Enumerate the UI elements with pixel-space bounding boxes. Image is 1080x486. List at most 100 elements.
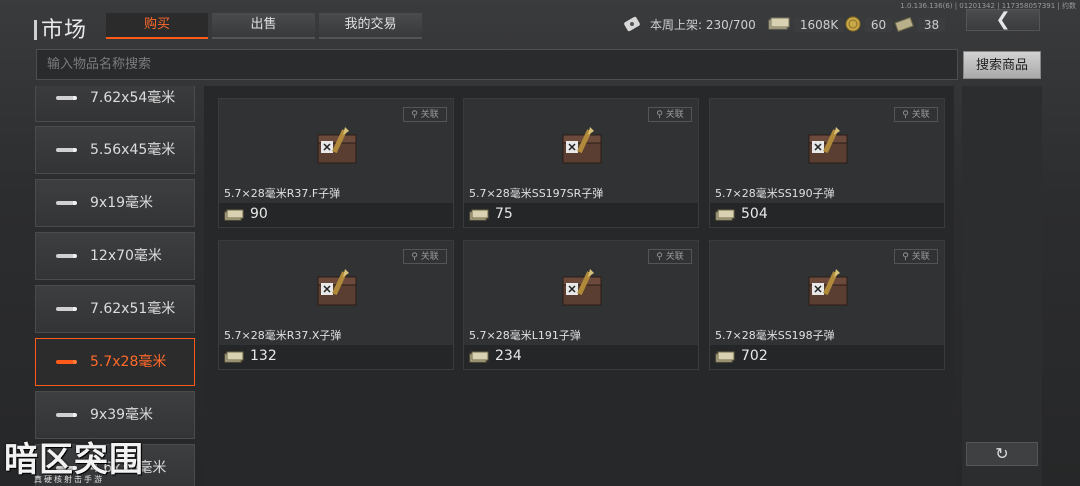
related-link-label: 关联 — [911, 110, 930, 120]
bullet-icon — [56, 360, 77, 364]
bills-value: 38 — [917, 18, 946, 32]
price-row: 234 — [464, 345, 698, 369]
sidebar-item-label: 7.62x54毫米 — [90, 90, 176, 106]
search-input[interactable] — [37, 50, 957, 79]
price-row: 132 — [219, 345, 453, 369]
related-link-button[interactable]: ⚲ 关联 — [403, 107, 447, 122]
weekly-label: 本周上架: — [650, 18, 703, 32]
game-logo: 暗区突围 真硬核射击手游 — [4, 432, 164, 486]
bills-balance: 38 — [894, 13, 946, 37]
item-price: 90 — [250, 206, 268, 222]
logo-subtitle: 真硬核射击手游 — [34, 475, 104, 484]
chevron-left-icon: ❮ — [995, 9, 1011, 30]
bullet-icon — [56, 307, 77, 311]
bullet-icon — [56, 96, 77, 100]
search-icon: ⚲ — [902, 110, 909, 120]
back-button[interactable]: ❮ — [966, 9, 1040, 31]
related-link-button[interactable]: ⚲ 关联 — [648, 107, 692, 122]
ammo-box-icon — [560, 125, 606, 165]
search-bar — [36, 49, 958, 80]
item-card[interactable]: ⚲ 关联 5.7×28毫米SS197SR子弹 75 — [463, 98, 699, 228]
sidebar-item-label: 9x19毫米 — [90, 195, 154, 211]
item-price: 702 — [741, 348, 768, 364]
related-link-button[interactable]: ⚲ 关联 — [894, 107, 938, 122]
cash-icon — [224, 351, 244, 363]
search-icon: ⚲ — [411, 110, 418, 120]
sidebar-item-label: 5.56x45毫米 — [90, 142, 176, 158]
ammo-box-icon — [315, 267, 361, 307]
bullet-icon — [56, 201, 77, 205]
item-card[interactable]: ⚲ 关联 5.7×28毫米R37.F子弹 90 — [218, 98, 454, 228]
search-icon: ⚲ — [656, 252, 663, 262]
cash-icon — [715, 209, 735, 221]
bullet-icon — [56, 148, 77, 152]
related-link-label: 关联 — [665, 110, 684, 120]
ammo-box-icon — [806, 125, 852, 165]
item-name: 5.7×28毫米SS190子弹 — [715, 187, 835, 200]
item-name: 5.7×28毫米SS198子弹 — [715, 329, 835, 342]
tab-my-trades[interactable]: 我的交易 — [319, 13, 422, 39]
bills-icon — [894, 16, 914, 33]
related-link-label: 关联 — [420, 110, 439, 120]
search-icon: ⚲ — [902, 252, 909, 262]
related-link-label: 关联 — [665, 252, 684, 262]
item-price: 234 — [495, 348, 522, 364]
item-name: 5.7×28毫米L191子弹 — [469, 329, 581, 342]
right-panel — [962, 86, 1042, 486]
cash-icon — [768, 17, 790, 30]
item-price: 132 — [250, 348, 277, 364]
sidebar-item-label: 5.7x28毫米 — [90, 354, 167, 370]
related-link-button[interactable]: ⚲ 关联 — [648, 249, 692, 264]
related-link-button[interactable]: ⚲ 关联 — [894, 249, 938, 264]
item-card[interactable]: ⚲ 关联 5.7×28毫米SS190子弹 504 — [709, 98, 945, 228]
sidebar-item-9x19[interactable]: 9x19毫米 — [35, 179, 195, 227]
cash-icon — [224, 209, 244, 221]
ammo-box-icon — [806, 267, 852, 307]
price-row: 702 — [710, 345, 944, 369]
listing-ticket-icon — [624, 16, 640, 32]
sidebar-item-label: 12x70毫米 — [90, 248, 162, 264]
cash-icon — [715, 351, 735, 363]
sidebar-item-12x70[interactable]: 12x70毫米 — [35, 232, 195, 280]
search-icon: ⚲ — [656, 110, 663, 120]
ammo-box-icon — [560, 267, 606, 307]
tab-buy[interactable]: 购买 — [106, 13, 208, 39]
caliber-sidebar: 7.62x54毫米 5.56x45毫米 9x19毫米 12x70毫米 7.62x… — [35, 86, 195, 486]
item-name: 5.7×28毫米SS197SR子弹 — [469, 187, 604, 200]
bullet-icon — [56, 413, 77, 417]
item-name: 5.7×28毫米R37.F子弹 — [224, 187, 341, 200]
sidebar-item-5-56x45[interactable]: 5.56x45毫米 — [35, 126, 195, 174]
coin-value: 60 — [864, 18, 893, 32]
sidebar-item-7-62x51[interactable]: 7.62x51毫米 — [35, 285, 195, 333]
page-title-text: 市场 — [41, 18, 88, 43]
price-row: 75 — [464, 203, 698, 227]
sidebar-item-5-7x28[interactable]: 5.7x28毫米 — [35, 338, 195, 386]
title-bar-decoration — [34, 20, 37, 40]
sidebar-item-7-62x54[interactable]: 7.62x54毫米 — [35, 86, 195, 122]
cash-value: 1608K — [793, 18, 845, 32]
item-price: 75 — [495, 206, 513, 222]
cash-icon — [469, 351, 489, 363]
ammo-box-icon — [315, 125, 361, 165]
coin-balance: 60 — [845, 13, 893, 37]
related-link-button[interactable]: ⚲ 关联 — [403, 249, 447, 264]
refresh-button[interactable]: ↻ — [966, 442, 1038, 466]
tab-sell[interactable]: 出售 — [212, 13, 315, 39]
weekly-listing-stat: 本周上架: 230/700 — [622, 13, 756, 37]
weekly-value: 230/700 — [705, 18, 756, 32]
bullet-icon — [56, 254, 77, 258]
item-card[interactable]: ⚲ 关联 5.7×28毫米R37.X子弹 132 — [218, 240, 454, 370]
item-price: 504 — [741, 206, 768, 222]
search-button[interactable]: 搜索商品 — [963, 51, 1041, 79]
search-icon: ⚲ — [411, 252, 418, 262]
cash-balance: 1608K — [768, 13, 845, 37]
item-card[interactable]: ⚲ 关联 5.7×28毫米L191子弹 234 — [463, 240, 699, 370]
item-name: 5.7×28毫米R37.X子弹 — [224, 329, 342, 342]
related-link-label: 关联 — [420, 252, 439, 262]
cash-icon — [469, 209, 489, 221]
page-title: 市场 — [34, 12, 87, 44]
refresh-icon: ↻ — [995, 444, 1009, 463]
price-row: 504 — [710, 203, 944, 227]
item-card[interactable]: ⚲ 关联 5.7×28毫米SS198子弹 702 — [709, 240, 945, 370]
price-row: 90 — [219, 203, 453, 227]
